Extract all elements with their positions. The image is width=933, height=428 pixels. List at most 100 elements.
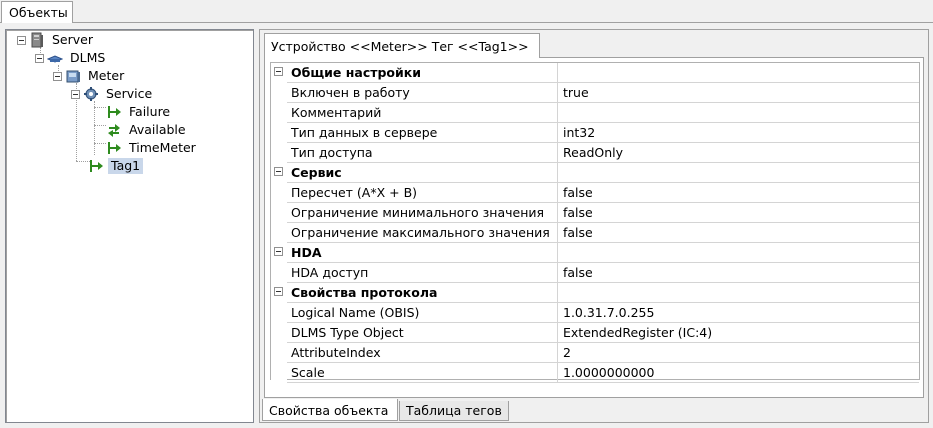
tree-node-server[interactable]: Server	[17, 31, 96, 49]
tree-label-server: Server	[52, 32, 93, 47]
property-value[interactable]: ExtendedRegister (IC:4)	[558, 323, 919, 343]
property-value[interactable]: false	[558, 183, 919, 203]
row-gutter	[271, 123, 287, 143]
row-gutter	[271, 343, 287, 363]
property-name: AttributeIndex	[287, 343, 558, 363]
property-value[interactable]: 1.0.31.7.0.255	[558, 303, 919, 323]
property-name: Пересчет (A*X + B)	[287, 183, 558, 203]
property-value[interactable]	[558, 103, 919, 123]
tag-bidirectional-icon	[108, 124, 120, 137]
row-gutter	[271, 183, 287, 203]
property-value	[558, 63, 919, 83]
tree-node-meter[interactable]: Meter	[53, 67, 127, 85]
property-value	[558, 243, 919, 263]
property-value	[558, 163, 919, 183]
main-frame: Server DLMS Meter Service Failure Availa…	[0, 23, 933, 428]
row-gutter	[271, 243, 287, 263]
tag-arrow-icon	[90, 160, 103, 172]
property-category-row[interactable]: Общие настройки	[271, 63, 919, 83]
property-value[interactable]: int32	[558, 123, 919, 143]
property-name: Logical Name (OBIS)	[287, 303, 558, 323]
tab-object-properties[interactable]: Свойства объекта	[262, 399, 398, 421]
tree-label-tag1: Tag1	[108, 158, 144, 174]
property-row[interactable]: Scale 1.0000000000	[271, 363, 919, 383]
collapse-category-icon[interactable]	[274, 287, 283, 296]
property-row[interactable]: DLMS Type Object ExtendedRegister (IC:4)	[271, 323, 919, 343]
tab-tags-table[interactable]: Таблица тегов	[399, 401, 509, 421]
property-row[interactable]: Пересчет (A*X + B) false	[271, 183, 919, 203]
row-gutter	[271, 143, 287, 163]
tree-node-timemeter[interactable]: TimeMeter	[106, 139, 199, 157]
row-gutter	[271, 63, 287, 83]
property-value[interactable]: false	[558, 203, 919, 223]
property-row[interactable]: Тип данных в сервере int32	[271, 123, 919, 143]
server-icon	[31, 32, 43, 48]
property-grid[interactable]: Общие настройки Включен в работу true Комме…	[270, 62, 920, 383]
property-row[interactable]: HDA доступ false	[271, 263, 919, 283]
tree-node-dlms[interactable]: DLMS	[35, 49, 108, 67]
row-gutter	[271, 363, 287, 383]
tree-label-dlms: DLMS	[70, 50, 106, 65]
row-gutter	[271, 323, 287, 343]
property-value[interactable]: false	[558, 263, 919, 283]
property-name: Ограничение минимального значения	[287, 203, 558, 223]
collapse-toggle-icon[interactable]	[53, 71, 62, 81]
collapse-category-icon[interactable]	[274, 67, 283, 76]
device-icon	[66, 70, 80, 83]
row-gutter	[271, 263, 287, 283]
property-value[interactable]: true	[558, 83, 919, 103]
property-row[interactable]: AttributeIndex 2	[271, 343, 919, 363]
property-value[interactable]: 2	[558, 343, 919, 363]
collapse-toggle-icon[interactable]	[71, 89, 80, 99]
category-name: Общие настройки	[287, 63, 558, 83]
tree-label-meter: Meter	[88, 68, 125, 83]
tree-label-timemeter: TimeMeter	[129, 140, 196, 155]
properties-panel: Устройство <<Meter>> Тег <<Tag1>> Общие …	[259, 29, 929, 423]
tree-node-available[interactable]: Available	[106, 121, 189, 139]
gear-icon	[84, 87, 98, 101]
category-name: HDA	[287, 243, 558, 263]
row-gutter	[271, 283, 287, 303]
tree-label-available: Available	[129, 122, 186, 137]
property-row[interactable]: Ограничение минимального значения false	[271, 203, 919, 223]
collapse-category-icon[interactable]	[274, 247, 283, 256]
collapse-category-icon[interactable]	[274, 167, 283, 176]
protocol-icon	[47, 55, 63, 63]
tree-node-service[interactable]: Service	[71, 85, 155, 103]
property-row[interactable]: Тип доступа ReadOnly	[271, 143, 919, 163]
tree-node-failure[interactable]: Failure	[106, 103, 173, 121]
property-name: DLMS Type Object	[287, 323, 558, 343]
property-category-row[interactable]: Сервис	[271, 163, 919, 183]
tab-content: Общие настройки Включен в работу true Комме…	[264, 57, 924, 398]
property-value[interactable]: ReadOnly	[558, 143, 919, 163]
property-name: Включен в работу	[287, 83, 558, 103]
row-gutter	[271, 163, 287, 183]
property-name: Scale	[287, 363, 558, 383]
collapse-toggle-icon[interactable]	[35, 53, 44, 63]
tab-objects[interactable]: Объекты	[1, 1, 73, 24]
property-value	[558, 283, 919, 303]
property-category-row[interactable]: HDA	[271, 243, 919, 263]
tree-label-service: Service	[106, 86, 153, 101]
property-value[interactable]: 1.0000000000	[558, 363, 919, 383]
collapse-toggle-icon[interactable]	[17, 35, 26, 45]
tree-node-tag1[interactable]: Tag1	[88, 157, 144, 175]
tree-label-failure: Failure	[129, 104, 171, 119]
row-gutter	[271, 83, 287, 103]
top-tabbar: Объекты	[0, 0, 933, 24]
tag-arrow-icon	[108, 106, 121, 118]
row-gutter	[271, 223, 287, 243]
row-gutter	[271, 303, 287, 323]
tab-device-tag[interactable]: Устройство <<Meter>> Тег <<Tag1>>	[264, 33, 540, 58]
category-name: Свойства протокола	[287, 283, 558, 303]
property-name: Комментарий	[287, 103, 558, 123]
property-value[interactable]: false	[558, 223, 919, 243]
property-row[interactable]: Комментарий	[271, 103, 919, 123]
property-row[interactable]: Включен в работу true	[271, 83, 919, 103]
property-category-row[interactable]: Свойства протокола	[271, 283, 919, 303]
property-name: Тип данных в сервере	[287, 123, 558, 143]
property-row[interactable]: Logical Name (OBIS) 1.0.31.7.0.255	[271, 303, 919, 323]
property-name: HDA доступ	[287, 263, 558, 283]
object-tree[interactable]: Server DLMS Meter Service Failure Availa…	[5, 29, 254, 423]
property-row[interactable]: Ограничение максимального значения false	[271, 223, 919, 243]
